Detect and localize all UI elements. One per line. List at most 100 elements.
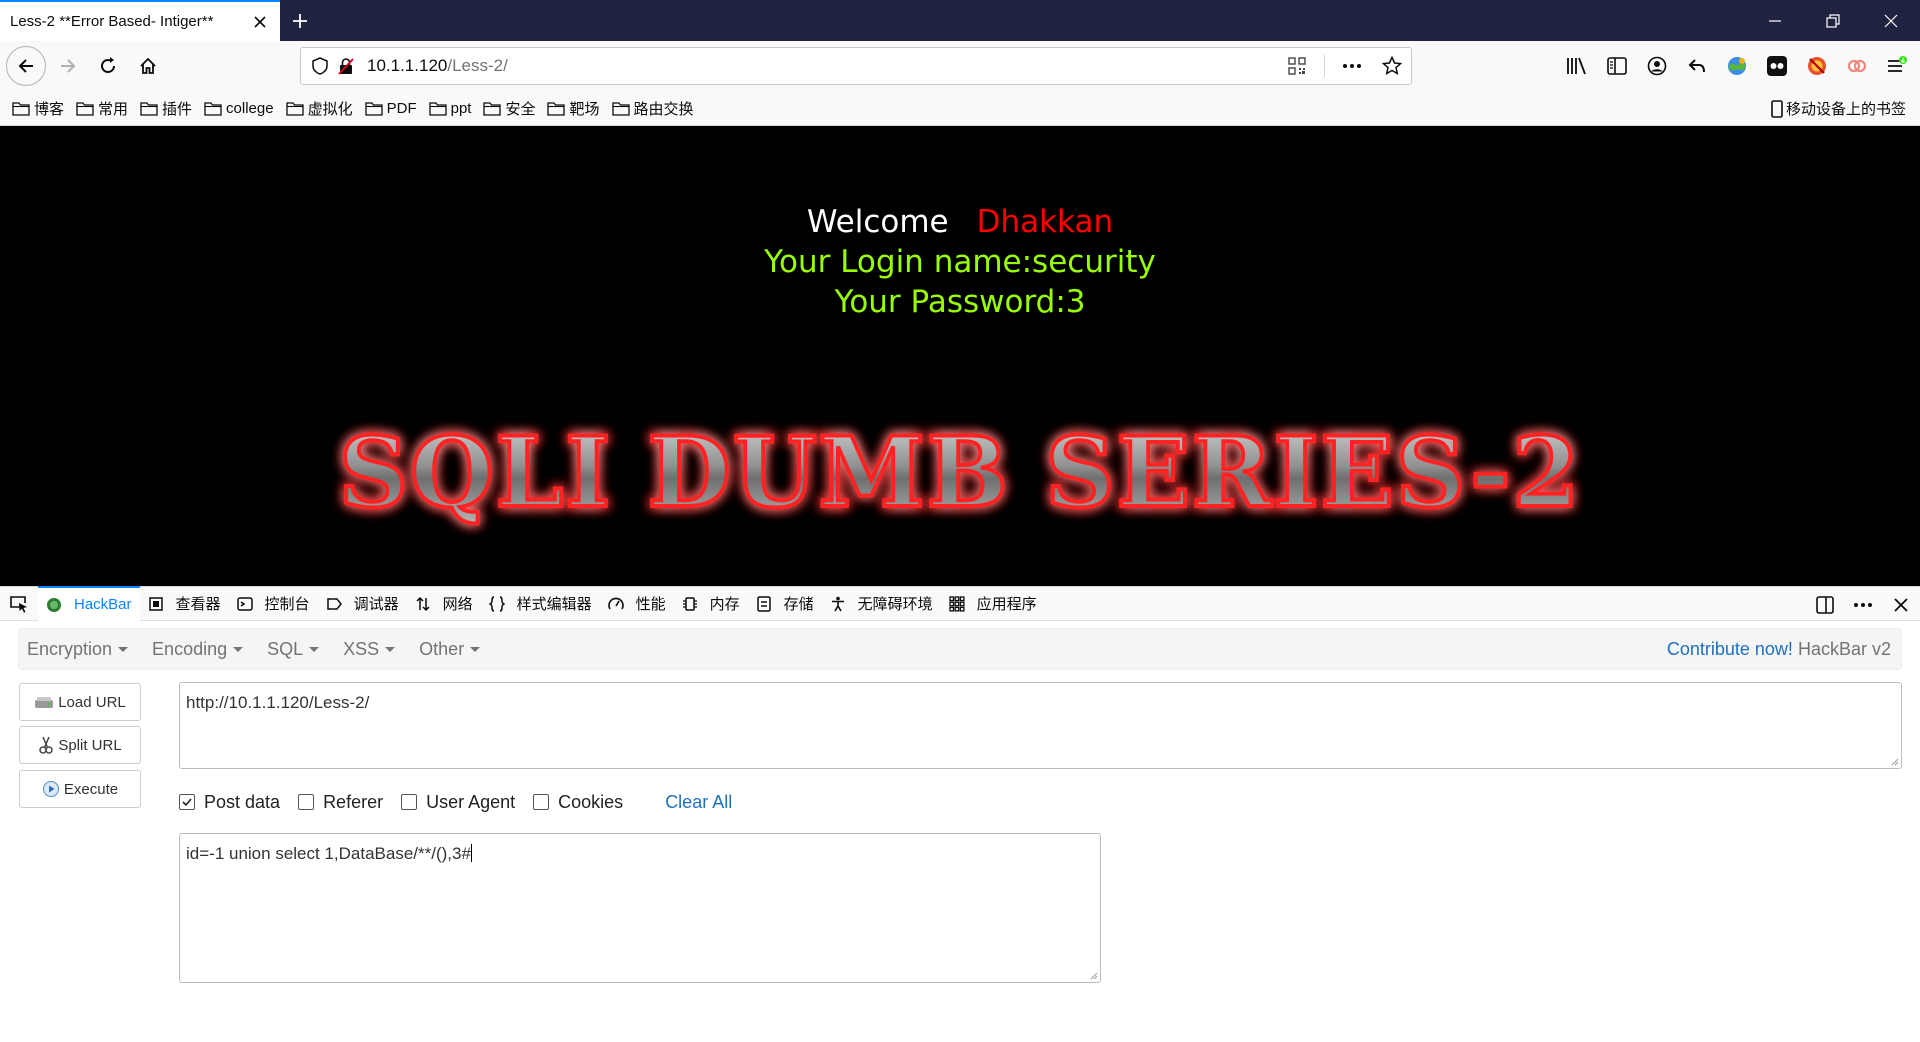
back-button[interactable] [6, 46, 46, 86]
checkbox[interactable] [533, 794, 550, 810]
home-button[interactable] [130, 48, 166, 84]
url-separator [1324, 55, 1325, 77]
address-bar[interactable]: 10.1.1.120/Less-2/ [300, 47, 1412, 85]
devtools-tab[interactable]: HackBar [38, 586, 140, 621]
load-url-button[interactable]: Load URL [19, 683, 141, 721]
devtools-tab[interactable]: 性能 [600, 586, 674, 621]
resize-handle-icon[interactable] [1088, 970, 1098, 980]
forward-button[interactable] [50, 48, 86, 84]
bookmark-folder[interactable]: 插件 [140, 98, 192, 119]
welcome-text: Welcome [806, 204, 949, 240]
dark-reader-icon[interactable] [1764, 53, 1790, 79]
mobile-bookmarks-label: 移动设备上的书签 [1785, 101, 1906, 118]
hackbar-url-input[interactable]: http://10.1.1.120/Less-2/ [179, 682, 1902, 769]
devtools-close-icon[interactable] [1888, 592, 1914, 618]
devtools-tab[interactable]: 存储 [748, 586, 822, 621]
network-icon [415, 596, 437, 612]
devtools-tab-label: 查看器 [175, 596, 221, 613]
bookmark-label: 虚拟化 [307, 100, 353, 118]
option-checkbox[interactable]: Post data [179, 792, 280, 813]
option-label: Cookies [558, 791, 624, 812]
devtools-tab[interactable]: 网络 [407, 586, 481, 621]
minimize-icon[interactable] [1746, 0, 1804, 41]
bookmark-folder[interactable]: 博客 [12, 98, 64, 119]
checkbox[interactable] [179, 794, 195, 810]
devtools-tab-label: 内存 [709, 596, 740, 613]
contribute-link[interactable]: Contribute now! [1667, 639, 1793, 659]
bookmark-folder[interactable]: 靶场 [547, 98, 600, 119]
account-icon[interactable] [1644, 53, 1670, 79]
execute-button[interactable]: Execute [19, 770, 141, 808]
blocker-extension-icon[interactable] [1804, 53, 1830, 79]
devtools-tab[interactable]: 样式编辑器 [481, 586, 600, 621]
hackbar-url-value: http://10.1.1.120/Less-2/ [186, 693, 370, 712]
bookmark-folder[interactable]: PDF [364, 99, 417, 117]
url-text: 10.1.1.120/Less-2/ [367, 56, 508, 76]
bookmark-folder[interactable]: ppt [428, 100, 471, 117]
hackbar-menu: Encryption Encoding SQL XSS Other Contribute… [18, 628, 1902, 670]
bookmark-folder[interactable]: 虚拟化 [285, 98, 353, 119]
hackbar-options: Post data Referer User Agent Cookies Clear … [179, 790, 732, 814]
shield-icon[interactable] [307, 53, 333, 79]
reload-button[interactable] [90, 48, 126, 84]
hackbar-menu-dropdown[interactable]: XSS [343, 638, 396, 660]
hackbar-menu-dropdown[interactable]: Other [419, 639, 481, 660]
checkbox[interactable] [401, 794, 418, 810]
option-checkbox[interactable]: Cookies [533, 792, 623, 813]
qr-code-icon[interactable] [1284, 53, 1310, 79]
folder-icon [76, 101, 94, 116]
tab-active[interactable]: Less-2 **Error Based- Intiger** [0, 0, 280, 41]
login-name-text: Your Login name:security [764, 244, 1156, 280]
resize-handle-icon[interactable] [1889, 756, 1899, 766]
debugger-icon [326, 596, 348, 612]
chevron-down-icon [309, 646, 320, 652]
devtools-tabbar: HackBar 查看器 控制台 调试器 网络 样式编辑器 性能 内存 存储 无障碍环境 应用程序 [0, 586, 1920, 621]
devtools-tab[interactable]: 控制台 [229, 586, 318, 621]
clear-all-link[interactable]: Clear All [665, 792, 732, 813]
bookmark-label: PDF [386, 99, 417, 117]
close-window-icon[interactable] [1862, 0, 1920, 41]
bookmark-folder[interactable]: 路由交换 [611, 98, 694, 119]
hackbar-menu-label: XSS [343, 638, 380, 659]
devtools-tab[interactable]: 内存 [674, 586, 748, 621]
bookmark-star-icon[interactable] [1379, 53, 1405, 79]
bookmark-folder[interactable]: college [204, 100, 274, 117]
mobile-bookmarks[interactable]: 移动设备上的书签 [1771, 91, 1906, 126]
devtools-tab[interactable]: 查看器 [140, 586, 229, 621]
hackbar-menu-label: Encryption [27, 638, 113, 659]
insecure-lock-icon[interactable] [333, 53, 359, 79]
hackbar-menu-dropdown[interactable]: SQL [267, 639, 320, 660]
undo-icon[interactable] [1684, 53, 1710, 79]
devtools-tab-label: 无障碍环境 [857, 596, 933, 613]
link-extension-icon[interactable] [1844, 53, 1870, 79]
devtools-tab[interactable]: 调试器 [318, 586, 407, 621]
menu-icon[interactable] [1884, 53, 1910, 79]
dock-side-icon[interactable] [1812, 592, 1838, 618]
bookmark-folder[interactable]: 安全 [483, 98, 535, 119]
page-actions-icon[interactable] [1339, 53, 1365, 79]
new-tab-button[interactable] [280, 0, 320, 41]
hackbar-menu-dropdown[interactable]: Encryption [27, 638, 129, 660]
devtools-tab-label: 样式编辑器 [516, 596, 592, 613]
chevron-down-icon [470, 646, 481, 652]
option-checkbox[interactable]: User Agent [401, 792, 515, 813]
split-url-button[interactable]: Split URL [19, 726, 141, 764]
element-picker-icon[interactable] [6, 591, 32, 617]
devtools-tab[interactable]: 无障碍环境 [822, 586, 941, 621]
sidebar-icon[interactable] [1604, 53, 1630, 79]
window-controls [1746, 0, 1920, 41]
hackbar-menu-dropdown[interactable]: Encoding [152, 639, 244, 660]
chevron-down-icon [233, 646, 244, 652]
globe-extension-icon[interactable] [1724, 53, 1750, 79]
option-checkbox[interactable]: Referer [298, 792, 383, 813]
library-icon[interactable] [1564, 53, 1590, 79]
devtools-more-icon[interactable] [1850, 592, 1876, 618]
chevron-down-icon [118, 646, 129, 652]
restore-icon[interactable] [1804, 0, 1862, 41]
post-data-value: id=-1 union select 1,DataBase/**/(),3# [186, 844, 471, 863]
close-tab-icon[interactable] [250, 12, 270, 32]
post-data-input[interactable]: id=-1 union select 1,DataBase/**/(),3# [179, 833, 1101, 983]
checkbox[interactable] [298, 794, 315, 810]
devtools-tab[interactable]: 应用程序 [941, 586, 1045, 621]
bookmark-folder[interactable]: 常用 [76, 98, 128, 119]
